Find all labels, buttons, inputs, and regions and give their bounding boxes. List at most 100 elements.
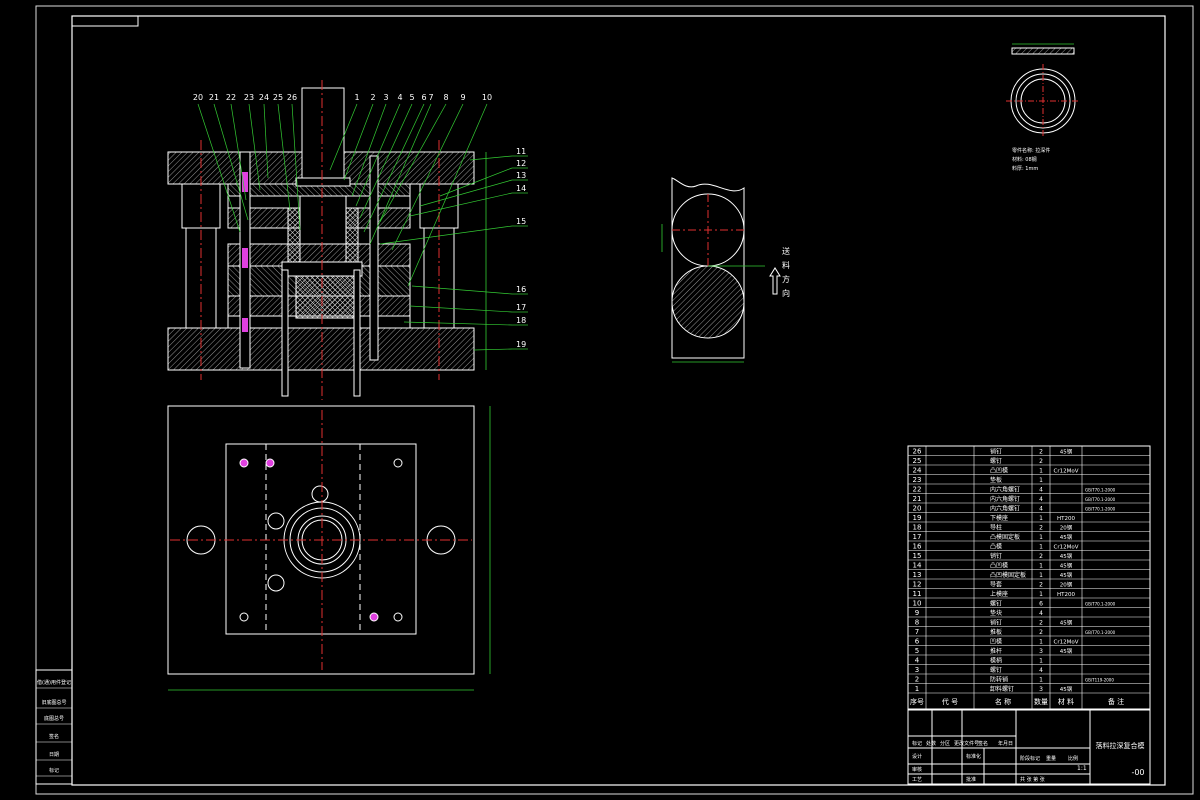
bom-row-name: 凸凹模固定板 bbox=[990, 571, 1026, 579]
bom-row-material: 45钢 bbox=[1060, 685, 1073, 693]
title-block-labels: 标记 处数 分区 更改文件号签名 年月日设计 标准化审核工艺 批准 阶段标记 重量 比例共 张 第… bbox=[912, 740, 1078, 783]
bom-row-name: 卸料螺钉 bbox=[990, 685, 1014, 693]
title-block-label: 标准化 bbox=[966, 753, 981, 760]
title-block-label: 分区 bbox=[940, 740, 950, 747]
side-box-label: 旧底图总号 bbox=[41, 699, 66, 706]
bom-row-qty: 4 bbox=[1039, 496, 1043, 503]
bom-row-name: 内六角螺钉 bbox=[990, 495, 1020, 503]
bom-row-name: 内六角螺钉 bbox=[990, 486, 1020, 494]
bom-row-qty: 1 bbox=[1039, 515, 1043, 522]
side-box-label: 签名 bbox=[49, 733, 59, 740]
bom-row-name: 螺钉 bbox=[990, 600, 1002, 608]
bom-row-material: Cr12MoV bbox=[1054, 469, 1079, 475]
balloon-label: 25 bbox=[273, 93, 283, 102]
bom-frame bbox=[907, 445, 1151, 710]
balloon-label: 8 bbox=[443, 93, 448, 102]
balloon-label: 5 bbox=[409, 93, 414, 102]
bom-row-name: 上模座 bbox=[990, 590, 1008, 598]
bom-header-no: 序号 bbox=[910, 697, 924, 706]
scale-value: 1:1 bbox=[1077, 765, 1087, 772]
bom-row-name: 螺钉 bbox=[990, 666, 1002, 674]
balloon-label: 1 bbox=[354, 93, 359, 102]
balloon-label: 22 bbox=[226, 93, 236, 102]
balloon-label: 13 bbox=[516, 171, 526, 180]
bom-row-no: 21 bbox=[913, 495, 922, 503]
balloon-label: 11 bbox=[516, 147, 526, 156]
bom-row-qty: 1 bbox=[1039, 677, 1043, 684]
balloon-label: 26 bbox=[287, 93, 297, 102]
section-view bbox=[167, 80, 487, 400]
bom-row-qty: 2 bbox=[1039, 629, 1043, 636]
bom-row-no: 24 bbox=[913, 467, 922, 475]
balloon-label: 10 bbox=[482, 93, 492, 102]
bom-row-qty: 1 bbox=[1039, 572, 1043, 579]
feed-direction-char: 方 bbox=[782, 274, 790, 284]
balloon-label: 21 bbox=[209, 93, 219, 102]
bom-row-name: 模柄 bbox=[990, 657, 1002, 665]
bom-row-no: 3 bbox=[915, 666, 919, 674]
bom-row-material: 20钢 bbox=[1060, 581, 1073, 589]
part-note: 材料: 08钢 bbox=[1012, 156, 1037, 163]
bom-row-no: 6 bbox=[915, 638, 920, 646]
bom-row-name: 凸模 bbox=[990, 543, 1002, 551]
bom-row-name: 凹模 bbox=[990, 638, 1002, 646]
bom-row-name: 凸模固定板 bbox=[990, 533, 1020, 541]
bom-row-note: GB/T70.1-2000 bbox=[1085, 630, 1116, 635]
bom-row-name: 垫块 bbox=[990, 609, 1002, 617]
bom-header-code: 代 号 bbox=[942, 697, 958, 706]
title-block-label: 设计 bbox=[912, 753, 922, 760]
bom-row-name: 销钉 bbox=[990, 448, 1002, 456]
feed-direction-char: 向 bbox=[782, 288, 790, 298]
bom-row-name: 推板 bbox=[990, 628, 1002, 636]
bom-row-qty: 1 bbox=[1039, 468, 1043, 475]
balloon-leader bbox=[473, 348, 513, 351]
bom-row-qty: 1 bbox=[1039, 563, 1043, 570]
title-block-label: 批准 bbox=[966, 776, 976, 783]
part-notes: 零件名称: 拉深件材料: 08钢料厚: 1mm bbox=[1012, 147, 1050, 172]
bom-row-no: 5 bbox=[915, 647, 919, 655]
bom-row-material: 45钢 bbox=[1060, 562, 1073, 570]
bom-row-no: 15 bbox=[913, 552, 922, 560]
balloon-label: 23 bbox=[244, 93, 254, 102]
title-block-label: 比例 bbox=[1068, 755, 1078, 762]
bom-row-no: 19 bbox=[913, 514, 922, 522]
bom-row-no: 1 bbox=[915, 685, 919, 693]
bom-row-material: 45钢 bbox=[1060, 533, 1073, 541]
balloon-label: 18 bbox=[516, 316, 526, 325]
balloon-label: 7 bbox=[428, 93, 433, 102]
bom-row-name: 销钉 bbox=[990, 619, 1002, 627]
bom-row-note: GB/T119-2000 bbox=[1085, 678, 1114, 683]
balloon-label: 9 bbox=[460, 93, 465, 102]
balloon-label: 24 bbox=[259, 93, 269, 102]
bom-row-note: GB/T70.1-2000 bbox=[1085, 497, 1116, 502]
bom-row-name: 内六角螺钉 bbox=[990, 505, 1020, 513]
title-block-label: 年月日 bbox=[998, 740, 1013, 747]
drawing-canvas: 20 21 22 23 24 25 26 1 2 3 4 5 6 7 8 9 10 11121314151617… bbox=[35, 5, 1194, 795]
feed-direction-char: 送 bbox=[782, 246, 790, 256]
bom-row-no: 20 bbox=[913, 505, 922, 513]
bom-row-material: HT200 bbox=[1057, 592, 1075, 598]
bom-row-no: 4 bbox=[915, 657, 920, 665]
title-block-label: 审核 bbox=[912, 766, 922, 773]
title-block-label: 工艺 bbox=[912, 777, 922, 783]
bom-row-name: 防转销 bbox=[990, 676, 1008, 684]
side-box-label: 标记 bbox=[49, 767, 59, 774]
bill-of-materials: 26 销钉 2 45钢25 螺钉 224 凸凹模 1 Cr12MoV23 垫板 122 内六角螺钉 4 G… bbox=[907, 445, 1151, 710]
bom-header-qty: 数量 bbox=[1034, 697, 1048, 706]
bom-row-qty: 3 bbox=[1039, 648, 1043, 655]
side-box-label: 借(通)用件登记 bbox=[37, 679, 71, 686]
bom-row-material: Cr12MoV bbox=[1054, 545, 1079, 551]
bom-row-no: 10 bbox=[913, 600, 922, 608]
bom-row-no: 18 bbox=[913, 524, 922, 532]
bom-row-material: 45钢 bbox=[1060, 448, 1073, 456]
bom-row-material: HT200 bbox=[1057, 516, 1075, 522]
bom-row-no: 25 bbox=[913, 457, 922, 465]
bom-row-name: 下模座 bbox=[990, 514, 1008, 522]
bom-row-no: 14 bbox=[913, 562, 922, 570]
part-drawing bbox=[1006, 43, 1080, 138]
bom-row-material: 45钢 bbox=[1060, 647, 1073, 655]
title-block-label: 共 张 第 张 bbox=[1020, 776, 1045, 783]
bom-row-no: 9 bbox=[915, 609, 919, 617]
bom-row-qty: 2 bbox=[1039, 582, 1043, 589]
title-block-label: 签名 bbox=[978, 740, 988, 747]
